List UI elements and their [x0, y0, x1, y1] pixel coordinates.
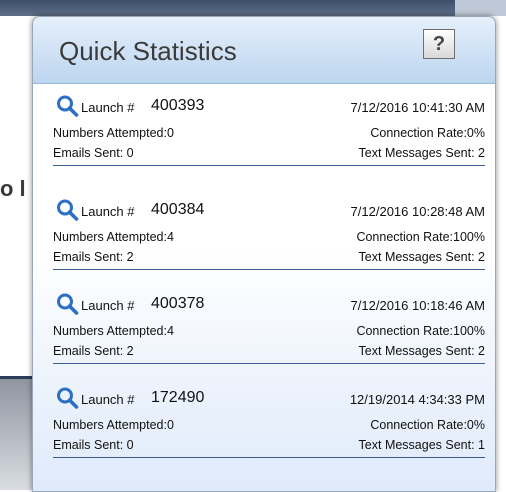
launch-label: Launch #: [81, 392, 135, 407]
launch-divider: [53, 457, 485, 458]
background-top-bar: [0, 0, 506, 16]
magnifier-icon[interactable]: [55, 292, 79, 316]
text-messages-sent: Text Messages Sent: 2: [358, 344, 485, 358]
launch-timestamp: 12/19/2014 4:34:33 PM: [349, 392, 485, 407]
launch-number: 400393: [151, 97, 205, 114]
launch-number: 400378: [151, 295, 205, 312]
help-button[interactable]: ?: [423, 29, 455, 59]
launch-label: Launch #: [81, 204, 135, 219]
launch-list: Launch # 400393 7/12/2016 10:41:30 AM Nu…: [33, 84, 495, 491]
emails-sent: Emails Sent: 0: [53, 438, 134, 452]
numbers-attempted: Numbers Attempted:4: [53, 230, 174, 244]
question-mark-icon: ?: [432, 33, 446, 55]
background-text-fragment: o l: [0, 176, 26, 201]
launch-item: Launch # 172490 12/19/2014 4:34:33 PM Nu…: [53, 376, 485, 462]
launch-timestamp: 7/12/2016 10:18:46 AM: [350, 298, 485, 313]
background-top-right-bar: [455, 0, 506, 16]
emails-sent: Emails Sent: 2: [53, 344, 134, 358]
text-messages-sent: Text Messages Sent: 2: [358, 250, 485, 264]
panel-header: Quick Statistics ?: [33, 17, 495, 84]
connection-rate: Connection Rate:0%: [370, 126, 485, 140]
launch-divider: [53, 165, 485, 166]
numbers-attempted: Numbers Attempted:4: [53, 324, 174, 338]
text-messages-sent: Text Messages Sent: 2: [358, 146, 485, 160]
launch-number: 172490: [151, 389, 205, 406]
magnifier-icon[interactable]: [55, 198, 79, 222]
background-lower-strip: [0, 379, 32, 490]
numbers-attempted: Numbers Attempted:0: [53, 418, 174, 432]
launch-number: 400384: [151, 201, 205, 218]
launch-item: Launch # 400384 7/12/2016 10:28:48 AM Nu…: [53, 188, 485, 274]
emails-sent: Emails Sent: 0: [53, 146, 134, 160]
launch-label: Launch #: [81, 100, 135, 115]
launch-item: Launch # 400378 7/12/2016 10:18:46 AM Nu…: [53, 282, 485, 368]
launch-label: Launch #: [81, 298, 135, 313]
connection-rate: Connection Rate:100%: [356, 324, 485, 338]
launch-divider: [53, 269, 485, 270]
launch-timestamp: 7/12/2016 10:28:48 AM: [350, 204, 485, 219]
emails-sent: Emails Sent: 2: [53, 250, 134, 264]
connection-rate: Connection Rate:0%: [370, 418, 485, 432]
magnifier-icon[interactable]: [55, 386, 79, 410]
quick-statistics-panel: Quick Statistics ? Launch # 400393 7/12/…: [32, 16, 496, 492]
launch-divider: [53, 363, 485, 364]
launch-item: Launch # 400393 7/12/2016 10:41:30 AM Nu…: [53, 84, 485, 170]
launch-timestamp: 7/12/2016 10:41:30 AM: [350, 100, 485, 115]
numbers-attempted: Numbers Attempted:0: [53, 126, 174, 140]
panel-title: Quick Statistics: [59, 36, 237, 66]
text-messages-sent: Text Messages Sent: 1: [358, 438, 485, 452]
connection-rate: Connection Rate:100%: [356, 230, 485, 244]
magnifier-icon[interactable]: [55, 94, 79, 118]
